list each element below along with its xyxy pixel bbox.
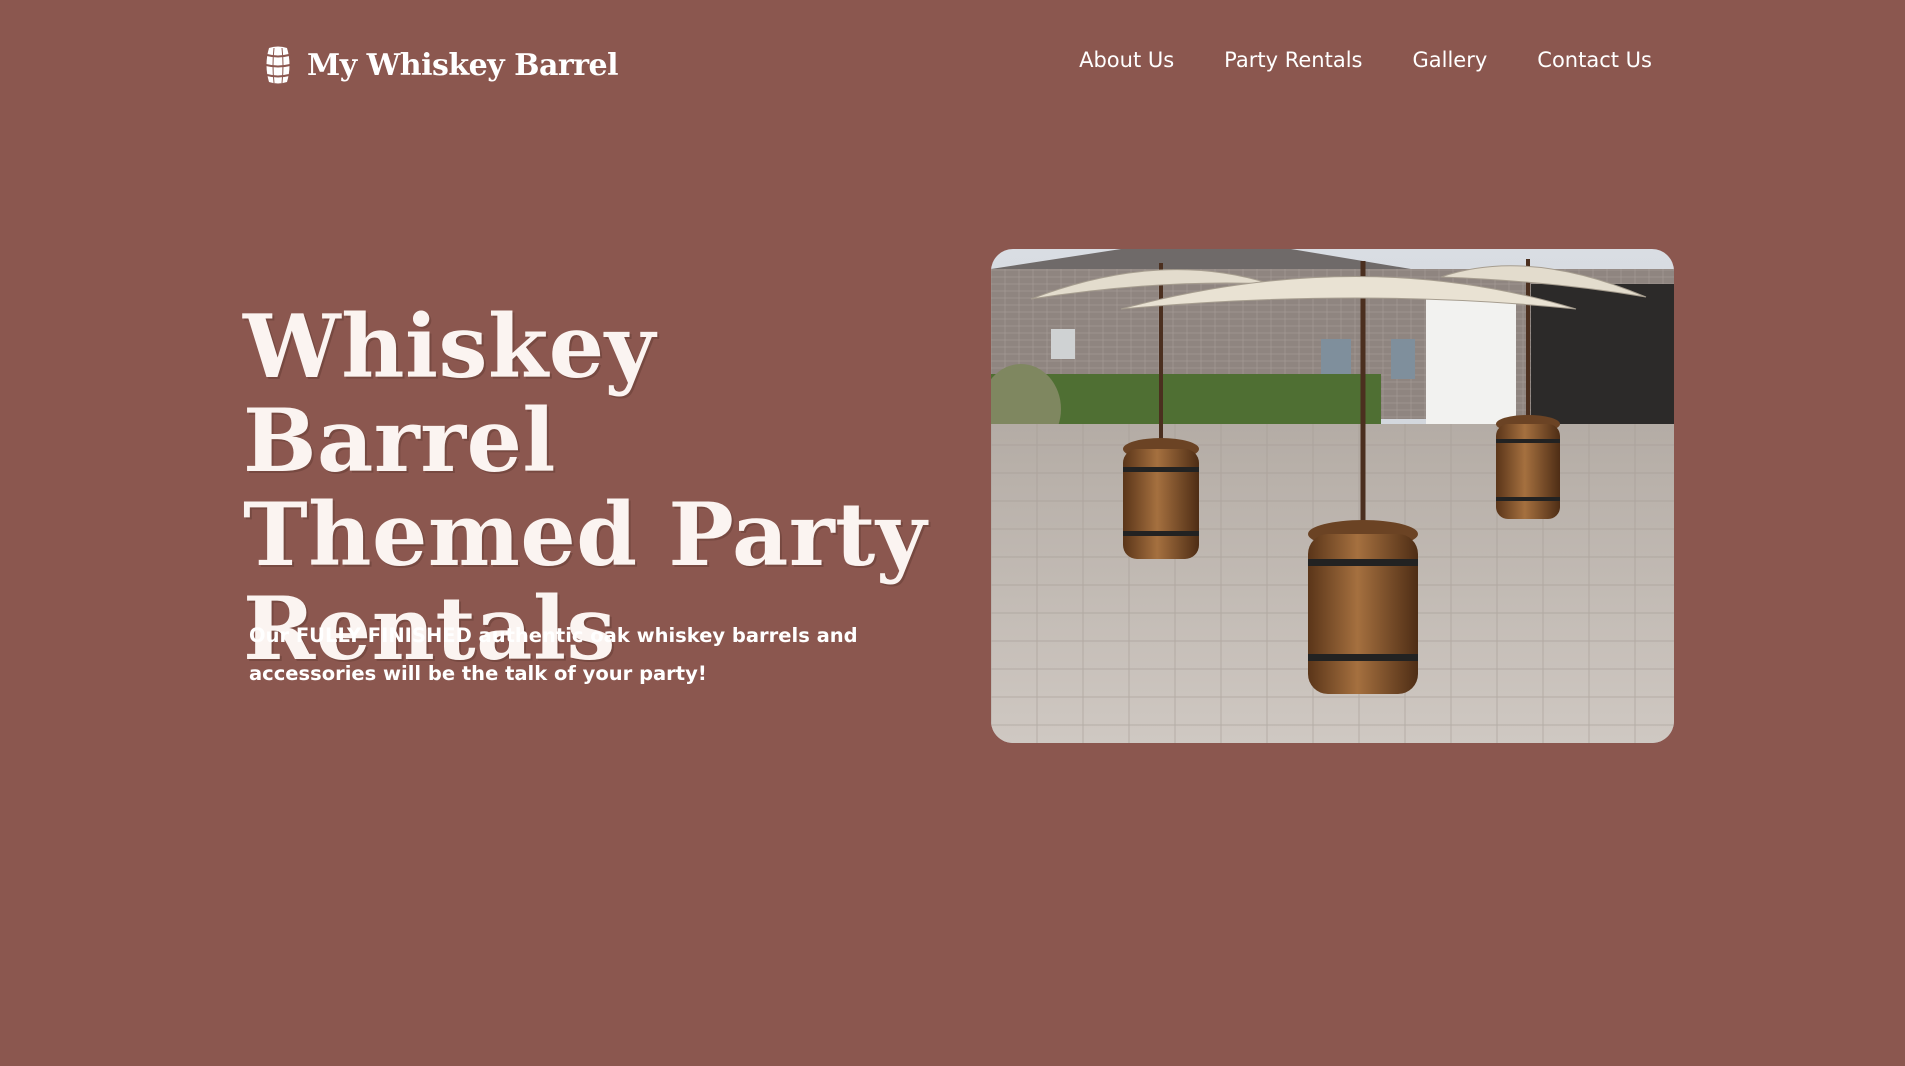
barrel-icon [265, 46, 291, 84]
hero-photo [991, 249, 1674, 743]
nav-about-us[interactable]: About Us [1079, 48, 1174, 72]
hero-subtitle: Our FULLY FINISHED authentic oak whiskey… [249, 624, 858, 685]
logo-link[interactable]: My Whiskey Barrel [263, 44, 619, 86]
main-nav: About Us Party Rentals Gallery Contact U… [1079, 48, 1652, 72]
site-header: My Whiskey Barrel About Us Party Rentals… [0, 0, 1905, 130]
nav-contact-us[interactable]: Contact Us [1537, 48, 1652, 72]
nav-party-rentals[interactable]: Party Rentals [1224, 48, 1362, 72]
nav-gallery[interactable]: Gallery [1413, 48, 1488, 72]
logo-text: My Whiskey Barrel [307, 47, 619, 83]
